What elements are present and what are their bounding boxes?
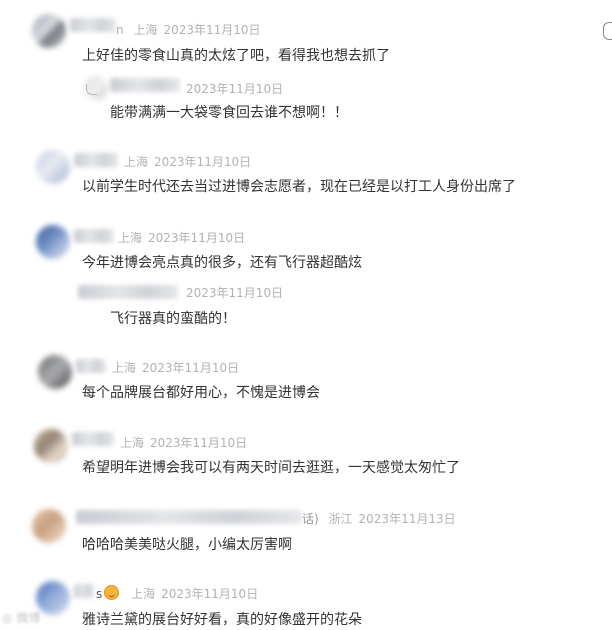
watermark: ◎ 微博 xyxy=(2,609,40,626)
weibo-logo-icon: ◎ xyxy=(2,611,13,625)
location: 上海 xyxy=(120,436,145,450)
reply-indicator-icon xyxy=(86,84,97,95)
location: 上海 xyxy=(112,361,137,375)
avatar[interactable] xyxy=(32,509,66,543)
username[interactable] xyxy=(76,510,302,524)
avatar[interactable] xyxy=(36,581,70,615)
username[interactable] xyxy=(70,18,116,32)
avatar[interactable] xyxy=(32,14,66,48)
avatar[interactable] xyxy=(38,355,72,389)
username-suffix: n xyxy=(116,23,124,37)
comment-meta: 上海 2023年11月10日 xyxy=(124,153,251,170)
username[interactable] xyxy=(74,229,114,243)
watermark-text: 微博 xyxy=(16,611,41,625)
reply-meta: 2023年11月10日 xyxy=(186,284,283,301)
username[interactable] xyxy=(74,584,94,598)
comment-text: 今年进博会亮点真的很多，还有飞行器超酷炫 xyxy=(82,255,362,271)
reply-timestamp: 2023年11月10日 xyxy=(186,286,284,300)
location: 上海 xyxy=(124,155,149,169)
smile-emoji-icon xyxy=(104,585,120,600)
reply-username[interactable] xyxy=(110,78,180,92)
username-suffix: s xyxy=(96,587,103,601)
comment-item: 上海 2023年11月10日 希望明年进博会我可以有两天时间去逛逛，一天感觉太匆忙… xyxy=(0,425,612,505)
location: 上海 xyxy=(118,231,143,245)
comment-item: 话) 浙江 2023年11月13日 哈哈哈美美哒火腿，小编太厉害啊 xyxy=(0,505,612,577)
reply-username[interactable] xyxy=(78,285,178,299)
comment-meta: 话) 浙江 2023年11月13日 xyxy=(302,510,456,527)
timestamp: 2023年11月13日 xyxy=(358,512,456,526)
username-suffix: 话) xyxy=(302,512,319,526)
reply-meta: 2023年11月10日 xyxy=(186,80,283,97)
location: 浙江 xyxy=(328,512,353,526)
comment-item: 上海 2023年11月10日 今年进博会亮点真的很多，还有飞行器超酷炫 2023年… xyxy=(0,215,612,345)
reply-timestamp: 2023年11月10日 xyxy=(186,82,284,96)
location: 上海 xyxy=(131,587,156,601)
timestamp: 2023年11月10日 xyxy=(150,436,248,450)
timestamp: 2023年11月10日 xyxy=(154,155,252,169)
more-icon[interactable] xyxy=(603,22,612,40)
comment-text: 哈哈哈美美哒火腿，小编太厉害啊 xyxy=(82,537,292,553)
timestamp: 2023年11月10日 xyxy=(163,23,261,37)
comment-text: 每个品牌展台都好用心，不愧是进博会 xyxy=(82,385,320,401)
location: 上海 xyxy=(133,23,158,37)
timestamp: 2023年11月10日 xyxy=(161,587,259,601)
avatar[interactable] xyxy=(36,225,70,259)
avatar[interactable] xyxy=(36,150,70,184)
avatar[interactable] xyxy=(34,429,68,463)
comment-meta: s 上海 2023年11月10日 xyxy=(96,585,258,602)
timestamp: 2023年11月10日 xyxy=(148,231,246,245)
reply-text: 能带满满一大袋零食回去谁不想啊！！ xyxy=(110,105,348,121)
comment-meta: 上海 2023年11月10日 xyxy=(118,229,245,246)
comment-item: 上海 2023年11月10日 以前学生时代还去当过进博会志愿者，现在已经是以打工人… xyxy=(0,140,612,215)
reply-text: 飞行器真的蛮酷的！ xyxy=(110,311,236,327)
comment-text: 上好佳的零食山真的太炫了吧，看得我也想去抓了 xyxy=(82,48,390,64)
comment-text: 希望明年进博会我可以有两天时间去逛逛，一天感觉太匆忙了 xyxy=(82,460,460,476)
username[interactable] xyxy=(72,432,114,446)
comment-meta: 上海 2023年11月10日 xyxy=(112,359,239,376)
comment-meta: 上海 2023年11月10日 xyxy=(120,434,247,451)
comment-meta: n 上海 2023年11月10日 xyxy=(116,21,261,38)
comment-text: 雅诗兰黛的展台好好看，真的好像盛开的花朵 xyxy=(82,612,362,628)
comment-item: s 上海 2023年11月10日 雅诗兰黛的展台好好看，真的好像盛开的花朵 xyxy=(0,577,612,630)
comment-item: n 上海 2023年11月10日 上好佳的零食山真的太炫了吧，看得我也想去抓了 2… xyxy=(0,0,612,140)
username[interactable] xyxy=(76,359,106,373)
username[interactable] xyxy=(74,153,118,167)
comment-text: 以前学生时代还去当过进博会志愿者，现在已经是以打工人身份出席了 xyxy=(82,179,516,195)
comment-item: 上海 2023年11月10日 每个品牌展台都好用心，不愧是进博会 xyxy=(0,345,612,425)
timestamp: 2023年11月10日 xyxy=(142,361,240,375)
